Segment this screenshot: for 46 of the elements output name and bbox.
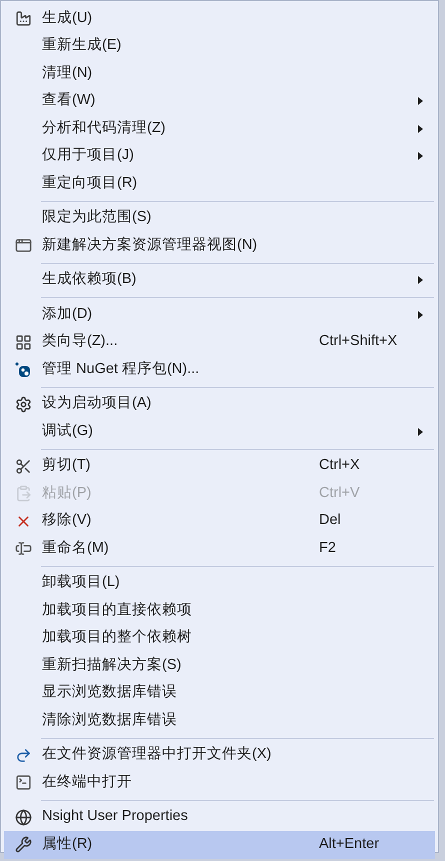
menu-item[interactable]: 重定向项目(R)	[4, 170, 435, 198]
menu-item[interactable]: 移除(V) Del	[4, 508, 435, 535]
menu-item[interactable]: 生成依赖项(B)	[4, 266, 435, 294]
wrench-icon	[14, 836, 32, 854]
menu-item[interactable]: Nsight User Properties	[4, 804, 435, 831]
menu-item[interactable]: 卸载项目(L)	[4, 570, 435, 597]
menu-item[interactable]: 重命名(M) F2	[4, 535, 435, 562]
menu-item[interactable]: 仅用于项目(J)	[4, 142, 435, 170]
menu-item[interactable]: 查看(W)	[4, 88, 435, 115]
window-icon	[14, 237, 32, 254]
menu-item[interactable]: 生成(U)	[4, 5, 435, 32]
menu-item[interactable]: 显示浏览数据库错误	[4, 680, 435, 707]
menu-item[interactable]: 在文件资源管理器中打开文件夹(X)	[4, 742, 435, 769]
shortcut-text: F2	[319, 540, 336, 556]
grid-icon	[14, 334, 32, 351]
menu-item[interactable]: 设为启动项目(A)	[4, 390, 435, 418]
shortcut-text: Alt+Enter	[319, 836, 380, 852]
menu-item[interactable]: 添加(D)	[4, 301, 435, 328]
menu-item[interactable]: 重新扫描解决方案(S)	[4, 652, 435, 680]
package-icon	[15, 362, 31, 378]
scissors-icon	[14, 458, 32, 475]
globe-icon	[14, 808, 32, 826]
arrow-icon	[14, 746, 32, 764]
terminal-icon	[14, 774, 32, 792]
clipboard-icon	[14, 485, 32, 502]
menu-item[interactable]: 管理 NuGet 程序包(N)...	[4, 356, 435, 384]
menu-item[interactable]: 清理(N)	[4, 60, 435, 88]
menu-item[interactable]: 分析和代码清理(Z)	[4, 115, 435, 142]
menu-item[interactable]: 加载项目的整个依赖树	[4, 624, 435, 652]
shortcut-text: Ctrl+X	[319, 457, 360, 474]
menu-item[interactable]: 剪切(T) Ctrl+X	[4, 452, 435, 480]
shortcut-text: Ctrl+Shift+X	[319, 333, 398, 350]
menu-item[interactable]: 限定为此范围(S)	[4, 204, 435, 232]
menu-item[interactable]: 在终端中打开	[4, 769, 435, 796]
menu-item[interactable]: 清除浏览数据库错误	[4, 707, 435, 734]
rename-icon	[14, 540, 32, 558]
menu-item[interactable]: 类向导(Z)... Ctrl+Shift+X	[4, 328, 435, 356]
menu-item[interactable]: 调试(G)	[4, 418, 435, 446]
menu-item[interactable]: 属性(R) Alt+Enter	[4, 831, 435, 858]
shortcut-text: Ctrl+V	[319, 484, 360, 501]
factory-icon	[14, 10, 32, 28]
menu-item[interactable]: 加载项目的直接依赖项	[4, 597, 435, 624]
shortcut-text: Del	[319, 512, 341, 528]
menu-item[interactable]: 新建解决方案资源管理器视图(N)	[4, 232, 435, 260]
settings-icon	[14, 396, 32, 413]
menu-item[interactable]: 重新生成(E)	[4, 32, 435, 60]
